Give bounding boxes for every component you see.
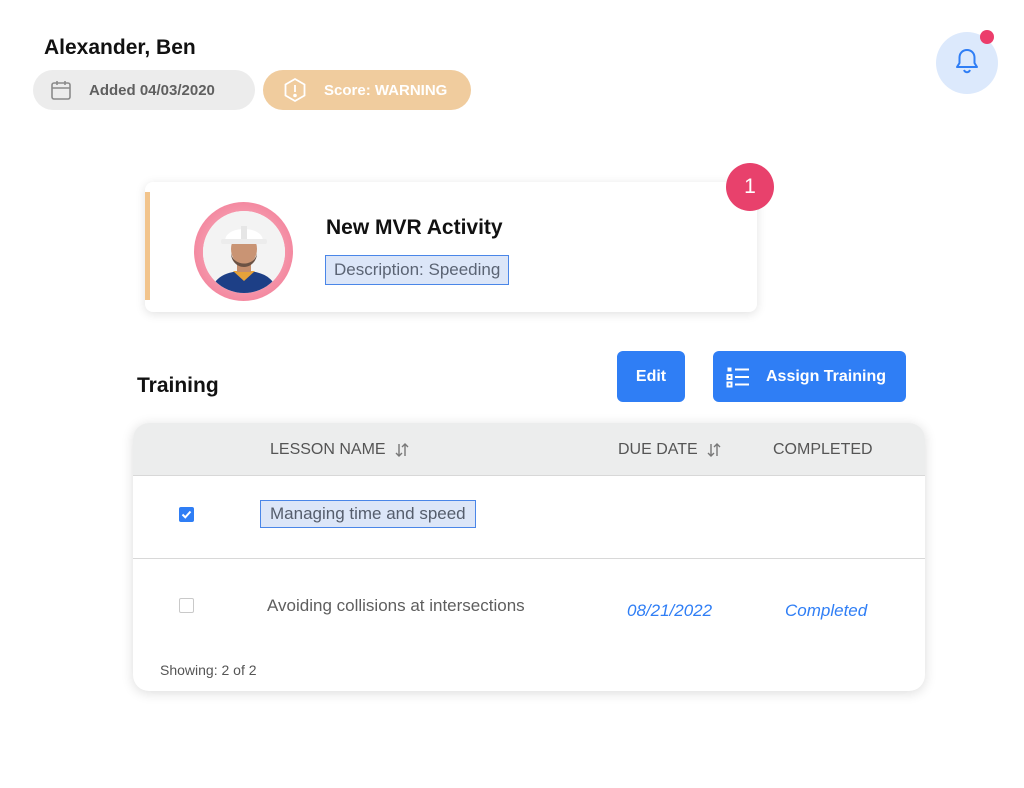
list-icon xyxy=(726,365,750,389)
column-due-label: DUE DATE xyxy=(618,441,698,458)
sort-icon[interactable] xyxy=(706,442,722,458)
training-table: LESSON NAME DUE DATE COMPLETED Managing … xyxy=(133,423,925,691)
column-completed: COMPLETED xyxy=(773,441,873,458)
table-row[interactable]: Avoiding collisions at intersections 08/… xyxy=(133,560,925,655)
edit-button[interactable]: Edit xyxy=(617,351,685,402)
training-heading: Training xyxy=(137,374,219,397)
activity-card[interactable]: New MVR Activity Description: Speeding xyxy=(145,182,757,312)
added-date-pill: Added 04/03/2020 xyxy=(33,70,255,110)
due-date: 08/21/2022 xyxy=(627,601,713,620)
assign-training-button[interactable]: Assign Training xyxy=(713,351,906,402)
activity-accent xyxy=(145,192,150,300)
warning-icon xyxy=(282,77,308,103)
row-checkbox[interactable] xyxy=(179,598,194,613)
activity-description: Description: Speeding xyxy=(325,255,510,285)
table-header: LESSON NAME DUE DATE COMPLETED xyxy=(133,423,925,476)
activity-count-badge: 1 xyxy=(726,163,774,211)
score-badge: Score: WARNING xyxy=(263,70,471,110)
lesson-name[interactable]: Avoiding collisions at intersections xyxy=(267,596,525,616)
lesson-name[interactable]: Managing time and speed xyxy=(260,500,476,528)
bell-icon xyxy=(952,46,982,81)
avatar xyxy=(194,202,293,301)
row-checkbox-checked[interactable] xyxy=(179,507,194,522)
score-label: Score: WARNING xyxy=(324,81,448,99)
notification-dot xyxy=(980,30,994,44)
driver-photo xyxy=(202,210,285,293)
calendar-icon xyxy=(50,79,72,101)
column-lesson-name[interactable]: LESSON NAME xyxy=(270,441,410,459)
added-date-label: Added 04/03/2020 xyxy=(89,81,215,99)
sort-icon[interactable] xyxy=(394,442,410,458)
column-due-date[interactable]: DUE DATE xyxy=(618,441,722,459)
driver-name: Alexander, Ben xyxy=(44,36,196,59)
showing-count: Showing: 2 of 2 xyxy=(160,662,257,678)
column-lesson-label: LESSON NAME xyxy=(270,441,386,458)
activity-title: New MVR Activity xyxy=(326,216,503,239)
assign-training-label: Assign Training xyxy=(766,367,887,385)
table-row[interactable]: Managing time and speed xyxy=(133,477,925,559)
completed-status: Completed xyxy=(785,601,868,620)
